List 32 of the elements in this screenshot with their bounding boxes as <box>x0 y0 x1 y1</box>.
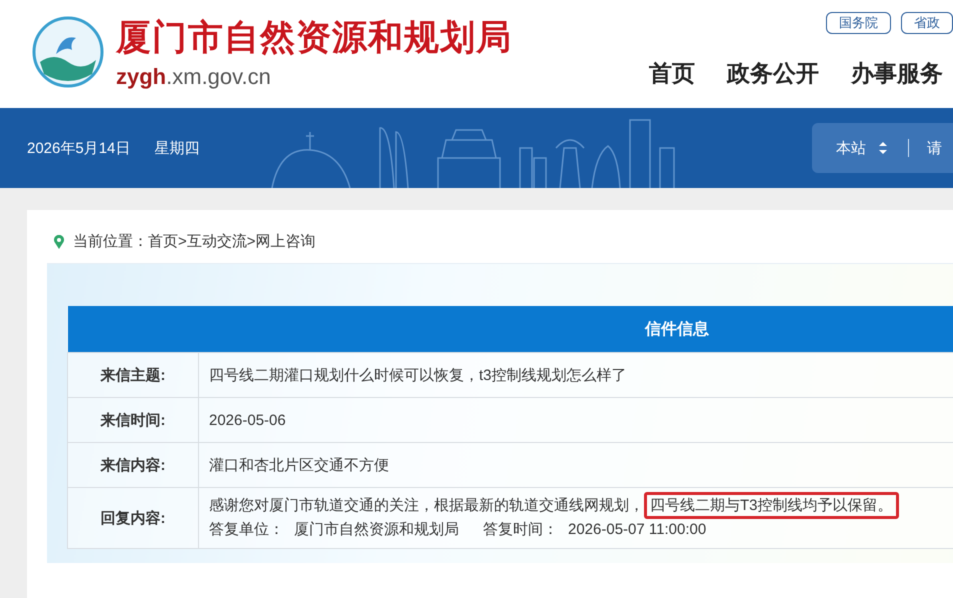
site-domain: zygh.xm.gov.cn <box>116 64 272 90</box>
reply-unit: 厦门市自然资源和规划局 <box>294 520 459 540</box>
table-header: 信件信息 <box>68 306 953 352</box>
reply-unit-label: 答复单位： <box>209 520 284 540</box>
breadcrumb-separator: > <box>178 233 187 250</box>
nav-link[interactable]: 政务公开 <box>727 58 819 89</box>
reply-text: 感谢您对厦门市轨道交通的关注，根据最新的轨道交通线网规划， <box>209 497 644 514</box>
nav-link[interactable]: 首页 <box>649 58 695 89</box>
breadcrumb-label: 当前位置： <box>73 232 148 251</box>
reply-time: 2026-05-07 11:00:00 <box>568 520 706 540</box>
breadcrumb-link[interactable]: 首页 <box>148 232 178 251</box>
breadcrumb-link[interactable]: 互动交流 <box>186 232 247 251</box>
highlighted-reply-text: 四号线二期与T3控制线均予以保留。 <box>644 492 899 519</box>
sort-caret-icon <box>878 141 888 155</box>
logo-icon <box>32 16 104 88</box>
top-link[interactable]: 国务院 <box>826 12 891 34</box>
reply-time-label: 答复时间： <box>483 520 558 540</box>
site-title: 厦门市自然资源和规划局 <box>116 16 512 60</box>
breadcrumb-link[interactable]: 网上咨询 <box>256 232 316 251</box>
field-label: 来信主题: <box>68 352 198 398</box>
field-label: 回复内容: <box>68 488 198 548</box>
field-label: 来信时间: <box>68 398 198 442</box>
weekday-text: 星期四 <box>154 138 200 158</box>
date-text: 2026年5月14日 <box>27 138 130 158</box>
search-scope-dropdown[interactable]: 本站 <box>830 138 894 158</box>
field-label: 来信内容: <box>68 442 198 488</box>
breadcrumb-separator: > <box>246 233 256 250</box>
search-field[interactable]: 请 <box>926 138 953 158</box>
nav-link[interactable]: 办事服务 <box>851 58 943 89</box>
field-value: 四号线二期灌口规划什么时候可以恢复，t3控制线规划怎么样了 <box>198 352 953 398</box>
location-pin-icon <box>53 234 65 248</box>
top-link[interactable]: 省政 <box>901 12 953 34</box>
